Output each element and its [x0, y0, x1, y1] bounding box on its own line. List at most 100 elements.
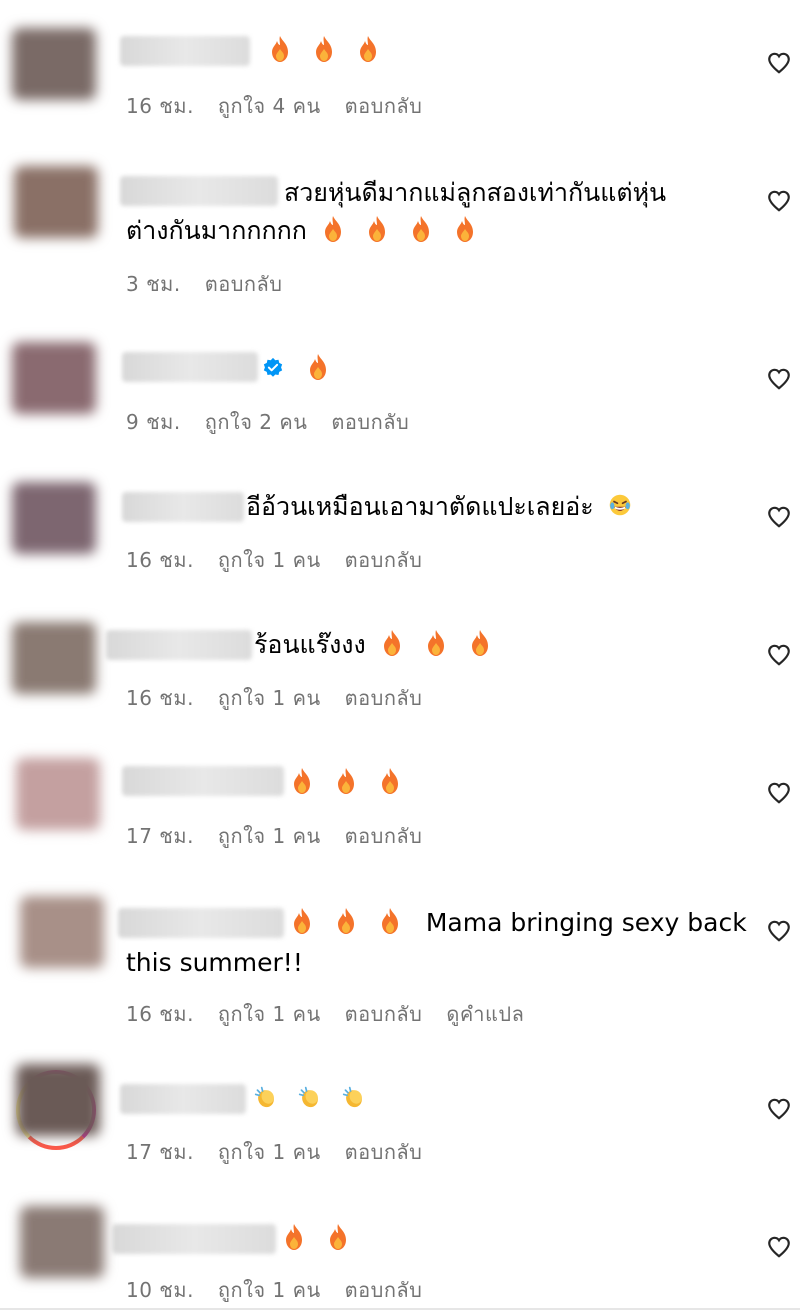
- fire-emoji-icon: [312, 35, 336, 63]
- reply-link[interactable]: ตอบกลับ: [345, 548, 423, 572]
- comment-item: 16 ชม. ถูกใจ 4 คน ตอบกลับ: [0, 0, 800, 140]
- fire-emoji-icon: [424, 629, 448, 657]
- comment-meta: 16 ชม. ถูกใจ 1 คน ตอบกลับ ดูคำแปล: [126, 998, 548, 1030]
- fire-emoji-icon: [378, 767, 402, 795]
- avatar[interactable]: [20, 896, 104, 968]
- avatar[interactable]: [12, 622, 96, 694]
- see-translation-link[interactable]: ดูคำแปล: [446, 1002, 524, 1026]
- fire-emoji-icon: [380, 629, 404, 657]
- comment-meta: 17 ชม. ถูกใจ 1 คน ตอบกลับ: [126, 820, 446, 852]
- reply-link[interactable]: ตอบกลับ: [345, 824, 423, 848]
- username-blurred[interactable]: [118, 908, 284, 938]
- comment-meta: 10 ชม. ถูกใจ 1 คน ตอบกลับ: [126, 1274, 446, 1306]
- avatar[interactable]: [14, 166, 98, 238]
- comment-text: [284, 764, 408, 802]
- likes-count[interactable]: ถูกใจ 1 คน: [218, 1002, 321, 1026]
- avatar[interactable]: [12, 342, 96, 414]
- reply-link[interactable]: ตอบกลับ: [205, 272, 283, 296]
- fire-emoji-icon: [334, 767, 358, 795]
- clapping-hands-emoji-icon: [298, 1083, 322, 1111]
- comment-text: [248, 1080, 372, 1118]
- username-blurred[interactable]: [112, 1224, 276, 1254]
- comment-meta: 16 ชม. ถูกใจ 1 คน ตอบกลับ: [126, 544, 446, 576]
- fire-emoji-icon: [453, 215, 477, 243]
- heart-outline-icon[interactable]: [766, 50, 792, 76]
- reply-link[interactable]: ตอบกลับ: [345, 94, 423, 118]
- avatar[interactable]: [20, 1206, 104, 1278]
- fire-emoji-icon: [356, 35, 380, 63]
- comment-text: อีอ้วนเหมือนเอามาตัดแปะเลยอ่ะ: [246, 488, 638, 526]
- fire-emoji-icon: [290, 767, 314, 795]
- clapping-hands-emoji-icon: [254, 1083, 278, 1111]
- likes-count[interactable]: ถูกใจ 1 คน: [218, 1278, 321, 1302]
- comment-text-line-2: ต่างกันมากกกกก: [126, 212, 483, 250]
- fire-emoji-icon: [268, 35, 292, 63]
- comment-text: [262, 32, 386, 70]
- heart-outline-icon[interactable]: [766, 780, 792, 806]
- username-blurred[interactable]: [122, 352, 258, 382]
- comment-item: สวยหุ่นดีมากแม่ลูกสองเท่ากันแต่หุ่น ต่าง…: [0, 140, 800, 330]
- comment-text-line-1: Mama bringing sexy back: [284, 904, 747, 942]
- fire-emoji-icon: [468, 629, 492, 657]
- heart-outline-icon[interactable]: [766, 188, 792, 214]
- reply-link[interactable]: ตอบกลับ: [345, 1140, 423, 1164]
- reply-link[interactable]: ตอบกลับ: [345, 1278, 423, 1302]
- username-blurred[interactable]: [122, 766, 284, 796]
- likes-count[interactable]: ถูกใจ 1 คน: [218, 686, 321, 710]
- fire-emoji-icon: [409, 215, 433, 243]
- timestamp: 3 ชม.: [126, 272, 181, 296]
- reply-link[interactable]: ตอบกลับ: [345, 686, 423, 710]
- heart-outline-icon[interactable]: [766, 1096, 792, 1122]
- avatar[interactable]: [12, 28, 96, 100]
- fire-emoji-icon: [282, 1223, 306, 1251]
- likes-count[interactable]: ถูกใจ 4 คน: [218, 94, 321, 118]
- heart-outline-icon[interactable]: [766, 504, 792, 530]
- heart-outline-icon[interactable]: [766, 366, 792, 392]
- likes-count[interactable]: ถูกใจ 1 คน: [218, 548, 321, 572]
- fire-emoji-icon: [290, 907, 314, 935]
- heart-outline-icon[interactable]: [766, 918, 792, 944]
- heart-outline-icon[interactable]: [766, 1234, 792, 1260]
- comment-item: ร้อนแร๊งงง 16 ชม. ถูกใจ 1 คน ตอบกลับ: [0, 610, 800, 750]
- comment-item: อีอ้วนเหมือนเอามาตัดแปะเลยอ่ะ 16 ชม. ถูกใ…: [0, 470, 800, 610]
- avatar[interactable]: [16, 1064, 100, 1136]
- username-blurred[interactable]: [120, 176, 278, 206]
- username-blurred[interactable]: [106, 630, 252, 660]
- verified-badge-icon: [262, 357, 284, 379]
- fire-emoji-icon: [306, 353, 330, 381]
- comment-text-line-2: this summer!!: [126, 948, 303, 977]
- avatar[interactable]: [12, 482, 96, 554]
- username-blurred[interactable]: [120, 36, 250, 66]
- likes-count[interactable]: ถูกใจ 1 คน: [218, 824, 321, 848]
- avatar[interactable]: [16, 758, 100, 830]
- comment-meta: 16 ชม. ถูกใจ 1 คน ตอบกลับ: [126, 682, 446, 714]
- timestamp: 17 ชม.: [126, 1140, 194, 1164]
- timestamp: 16 ชม.: [126, 94, 194, 118]
- comment-meta: 17 ชม. ถูกใจ 1 คน ตอบกลับ: [126, 1136, 446, 1168]
- comment-meta: 9 ชม. ถูกใจ 2 คน ตอบกลับ: [126, 406, 433, 438]
- username-blurred[interactable]: [120, 1084, 246, 1114]
- comment-meta: 3 ชม. ตอบกลับ: [126, 268, 306, 300]
- timestamp: 9 ชม.: [126, 410, 181, 434]
- likes-count[interactable]: ถูกใจ 1 คน: [218, 1140, 321, 1164]
- clapping-hands-emoji-icon: [342, 1083, 366, 1111]
- comment-item: 17 ชม. ถูกใจ 1 คน ตอบกลับ: [0, 750, 800, 880]
- likes-count[interactable]: ถูกใจ 2 คน: [205, 410, 308, 434]
- heart-outline-icon[interactable]: [766, 642, 792, 668]
- comment-item: Mama bringing sexy back this summer!! 16…: [0, 880, 800, 1060]
- username-blurred[interactable]: [122, 492, 244, 522]
- comment-item: 9 ชม. ถูกใจ 2 คน ตอบกลับ: [0, 330, 800, 470]
- timestamp: 16 ชม.: [126, 548, 194, 572]
- reply-link[interactable]: ตอบกลับ: [345, 1002, 423, 1026]
- comment-text: ร้อนแร๊งงง: [254, 626, 498, 664]
- comment-meta: 16 ชม. ถูกใจ 4 คน ตอบกลับ: [126, 90, 446, 122]
- timestamp: 10 ชม.: [126, 1278, 194, 1302]
- timestamp: 16 ชม.: [126, 1002, 194, 1026]
- comment-item: 10 ชม. ถูกใจ 1 คน ตอบกลับ: [0, 1200, 800, 1310]
- comment-text: [276, 1220, 356, 1258]
- reply-link[interactable]: ตอบกลับ: [331, 410, 409, 434]
- fire-emoji-icon: [326, 1223, 350, 1251]
- timestamp: 17 ชม.: [126, 824, 194, 848]
- laughing-emoji-icon: [608, 491, 632, 519]
- fire-emoji-icon: [378, 907, 402, 935]
